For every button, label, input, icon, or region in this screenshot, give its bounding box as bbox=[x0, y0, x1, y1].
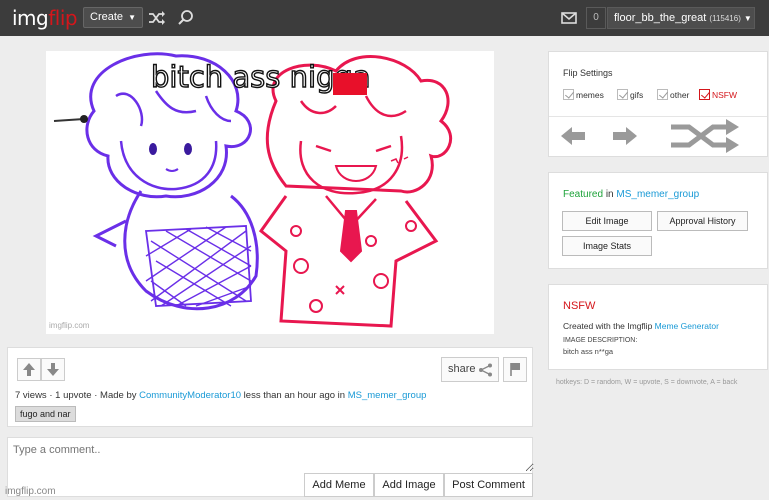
view-count: 7 views bbox=[15, 390, 47, 401]
meme-generator-link[interactable]: Meme Generator bbox=[655, 321, 719, 331]
arrow-left-icon[interactable] bbox=[559, 125, 587, 147]
stream-link[interactable]: MS_memer_group bbox=[348, 390, 427, 401]
image-description-label: IMAGE DESCRIPTION: bbox=[563, 337, 638, 344]
filter-other[interactable]: other bbox=[657, 89, 689, 100]
image-actions-panel: share 7 views · 1 upvote · Made by Commu… bbox=[7, 347, 533, 427]
share-icon bbox=[479, 363, 492, 377]
top-navbar: imgflip Create ▼ 0 floor_bb_the_great (1… bbox=[0, 0, 769, 36]
checkbox[interactable] bbox=[617, 89, 628, 100]
chevron-down-icon: ▼ bbox=[128, 13, 137, 22]
arrow-down-icon bbox=[47, 363, 59, 376]
checkbox[interactable] bbox=[657, 89, 668, 100]
downvote-button[interactable] bbox=[41, 358, 65, 381]
flip-settings-panel: Flip Settings memes gifs other NSFW bbox=[548, 51, 768, 157]
shuffle-icon[interactable] bbox=[669, 118, 741, 154]
comment-box: Add Meme Add Image Post Comment bbox=[7, 437, 534, 497]
filter-memes[interactable]: memes bbox=[563, 89, 604, 100]
flip-settings-title: Flip Settings bbox=[563, 68, 613, 78]
image-description-text: bitch ass n**ga bbox=[563, 347, 614, 356]
mail-icon[interactable] bbox=[559, 8, 579, 28]
created-with-line: Created with the Imgflip Meme Generator bbox=[563, 321, 719, 331]
image-meta: 7 views · 1 upvote · Made by CommunityMo… bbox=[15, 390, 427, 401]
image-stats-button[interactable]: Image Stats bbox=[562, 236, 652, 256]
user-points: (115416) bbox=[709, 14, 741, 23]
image-watermark: imgflip.com bbox=[49, 321, 90, 330]
featured-panel: Featured in MS_memer_group Edit Image Ap… bbox=[548, 172, 768, 269]
search-icon[interactable] bbox=[176, 8, 196, 28]
censor-bar bbox=[333, 73, 367, 95]
nsfw-label: NSFW bbox=[563, 300, 596, 312]
featured-line: Featured in MS_memer_group bbox=[563, 189, 700, 200]
checkbox[interactable] bbox=[699, 89, 710, 100]
chevron-down-icon: ▼ bbox=[743, 14, 752, 23]
flag-button[interactable] bbox=[503, 357, 527, 382]
add-image-button[interactable]: Add Image bbox=[374, 473, 444, 497]
shuffle-icon[interactable] bbox=[147, 8, 167, 28]
filter-nsfw[interactable]: NSFW bbox=[699, 89, 737, 100]
post-comment-button[interactable]: Post Comment bbox=[444, 473, 533, 497]
comment-input[interactable] bbox=[8, 438, 534, 472]
featured-stream-link[interactable]: MS_memer_group bbox=[616, 189, 699, 200]
imgflip-logo[interactable]: imgflip bbox=[12, 6, 78, 30]
flag-icon bbox=[510, 363, 520, 376]
image-tag[interactable]: fugo and nar bbox=[15, 406, 76, 422]
filter-gifs[interactable]: gifs bbox=[617, 89, 643, 100]
checkbox[interactable] bbox=[563, 89, 574, 100]
share-label: share bbox=[448, 363, 476, 375]
meme-image: bitch ass nigga imgflip.com bbox=[46, 51, 494, 334]
arrow-up-icon bbox=[23, 363, 35, 376]
hotkeys-hint: hotkeys: D = random, W = upvote, S = dow… bbox=[556, 379, 738, 386]
footer-brand: imgflip.com bbox=[5, 486, 56, 497]
create-label: Create bbox=[90, 11, 124, 23]
upvote-button[interactable] bbox=[17, 358, 41, 381]
approval-history-button[interactable]: Approval History bbox=[657, 211, 748, 231]
upvote-count: 1 upvote bbox=[55, 390, 92, 401]
user-menu-button[interactable]: floor_bb_the_great (115416) ▼ bbox=[607, 7, 755, 29]
image-info-panel: NSFW Created with the Imgflip Meme Gener… bbox=[548, 284, 768, 370]
arrow-right-icon[interactable] bbox=[611, 125, 639, 147]
create-button[interactable]: Create ▼ bbox=[83, 7, 144, 28]
add-meme-button[interactable]: Add Meme bbox=[304, 473, 374, 497]
share-button[interactable]: share bbox=[441, 357, 499, 382]
notification-count[interactable]: 0 bbox=[586, 7, 606, 29]
username: floor_bb_the_great bbox=[614, 12, 707, 24]
divider bbox=[549, 116, 767, 117]
edit-image-button[interactable]: Edit Image bbox=[562, 211, 652, 231]
author-link[interactable]: CommunityModerator10 bbox=[139, 390, 241, 401]
